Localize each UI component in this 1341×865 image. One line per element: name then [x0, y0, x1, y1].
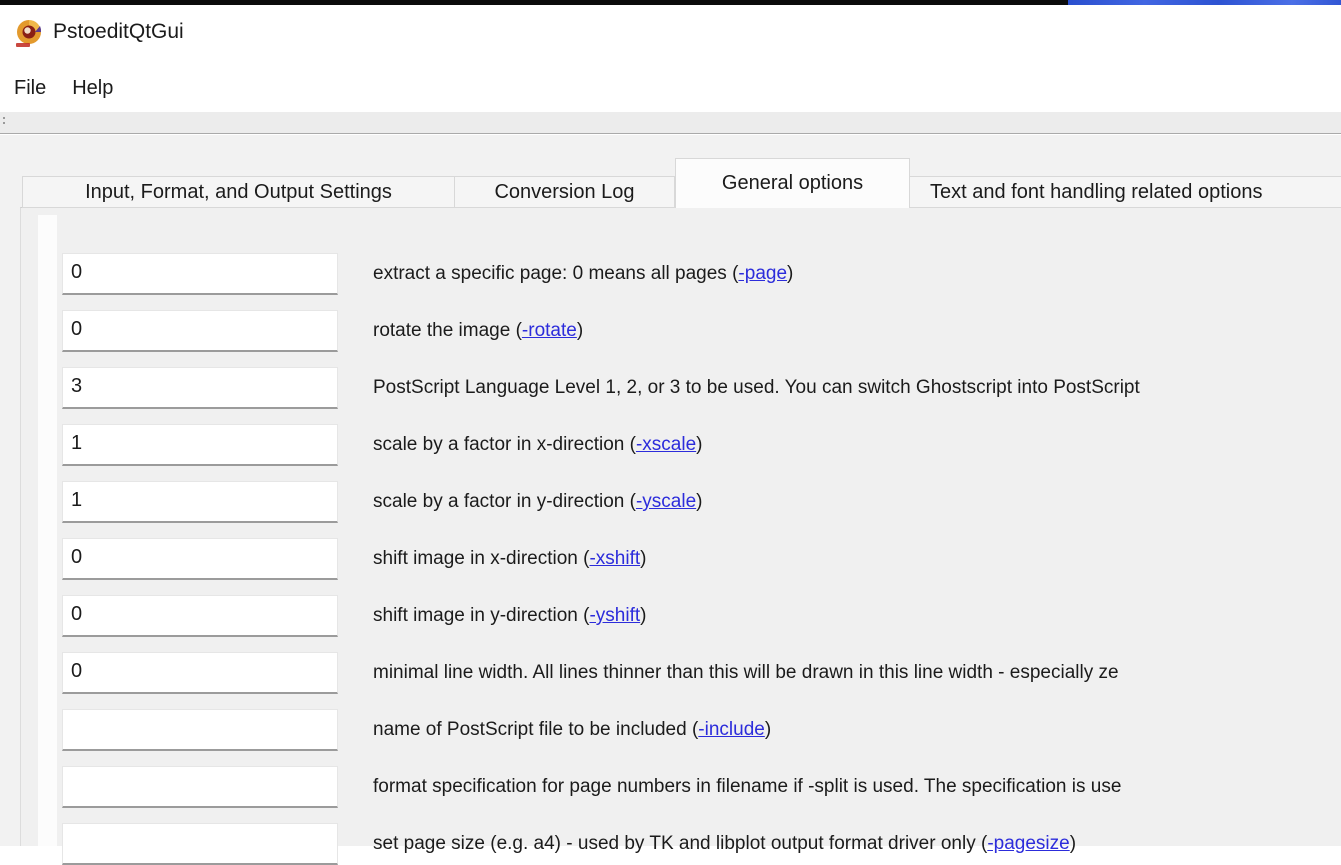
- tab-text-and-font-handling-related-options[interactable]: Text and font handling related options: [910, 176, 1341, 208]
- form-row: rotate the image (-rotate): [21, 310, 1341, 352]
- option-value-input[interactable]: [62, 652, 338, 694]
- option-label: set page size (e.g. a4) - used by TK and…: [373, 823, 1076, 865]
- option-doc-link[interactable]: -yscale: [636, 491, 696, 512]
- option-value-input[interactable]: [62, 538, 338, 580]
- option-label-suffix: ): [787, 263, 793, 284]
- option-doc-link[interactable]: -pagesize: [987, 833, 1069, 854]
- option-doc-link[interactable]: -rotate: [522, 320, 577, 341]
- tab-general-options[interactable]: General options: [675, 158, 910, 208]
- option-value-input[interactable]: [62, 823, 338, 865]
- option-label-suffix: ): [696, 491, 702, 512]
- menu-bar: FileHelp: [0, 65, 1341, 112]
- option-label-suffix: ): [640, 548, 646, 569]
- option-value-input[interactable]: [62, 424, 338, 466]
- option-label-suffix: ): [765, 719, 771, 740]
- option-label-suffix: ): [696, 434, 702, 455]
- option-doc-link[interactable]: -xscale: [636, 434, 696, 455]
- option-label: shift image in x-direction (-xshift): [373, 538, 646, 580]
- title-bar: PstoeditQtGui: [0, 5, 1341, 65]
- option-label-text: name of PostScript file to be included (: [373, 719, 698, 740]
- form-row: scale by a factor in y-direction (-yscal…: [21, 481, 1341, 523]
- option-label-text: set page size (e.g. a4) - used by TK and…: [373, 833, 987, 854]
- option-value-input[interactable]: [62, 367, 338, 409]
- form-row: scale by a factor in x-direction (-xscal…: [21, 424, 1341, 466]
- option-label-text: format specification for page numbers in…: [373, 776, 1121, 797]
- option-doc-link[interactable]: -include: [698, 719, 765, 740]
- option-label-suffix: ): [640, 605, 646, 626]
- option-label-text: extract a specific page: 0 means all pag…: [373, 263, 738, 284]
- option-doc-link[interactable]: -page: [738, 263, 787, 284]
- toolbar-drag-handle-icon[interactable]: [3, 117, 7, 129]
- option-value-input[interactable]: [62, 595, 338, 637]
- toolbar: [0, 112, 1341, 134]
- option-label: minimal line width. All lines thinner th…: [373, 652, 1119, 694]
- option-doc-link[interactable]: -yshift: [589, 605, 640, 626]
- option-label: format specification for page numbers in…: [373, 766, 1121, 808]
- form-row: format specification for page numbers in…: [21, 766, 1341, 808]
- option-label-text: scale by a factor in x-direction (: [373, 434, 636, 455]
- option-value-input[interactable]: [62, 709, 338, 751]
- form-row: name of PostScript file to be included (…: [21, 709, 1341, 751]
- option-label-suffix: ): [1070, 833, 1076, 854]
- option-label-text: minimal line width. All lines thinner th…: [373, 662, 1119, 683]
- tab-conversion-log[interactable]: Conversion Log: [455, 176, 675, 208]
- option-label: name of PostScript file to be included (…: [373, 709, 771, 751]
- option-label: rotate the image (-rotate): [373, 310, 583, 352]
- option-label: extract a specific page: 0 means all pag…: [373, 253, 793, 295]
- form-row: shift image in x-direction (-xshift): [21, 538, 1341, 580]
- form-row: minimal line width. All lines thinner th…: [21, 652, 1341, 694]
- tab-input-format-and-output-settings[interactable]: Input, Format, and Output Settings: [22, 176, 455, 208]
- option-value-input[interactable]: [62, 766, 338, 808]
- option-label: scale by a factor in x-direction (-xscal…: [373, 424, 702, 466]
- option-value-input[interactable]: [62, 310, 338, 352]
- option-value-input[interactable]: [62, 253, 338, 295]
- option-label-text: shift image in y-direction (: [373, 605, 589, 626]
- window-title: PstoeditQtGui: [53, 20, 184, 44]
- option-label-text: rotate the image (: [373, 320, 522, 341]
- form-row: set page size (e.g. a4) - used by TK and…: [21, 823, 1341, 865]
- option-label-text: scale by a factor in y-direction (: [373, 491, 636, 512]
- option-label-text: PostScript Language Level 1, 2, or 3 to …: [373, 377, 1140, 398]
- menu-item-file[interactable]: File: [1, 73, 59, 104]
- option-value-input[interactable]: [62, 481, 338, 523]
- option-label: scale by a factor in y-direction (-yscal…: [373, 481, 702, 523]
- option-label-text: shift image in x-direction (: [373, 548, 589, 569]
- form-row: shift image in y-direction (-yshift): [21, 595, 1341, 637]
- pstoedit-app-icon[interactable]: [13, 18, 45, 50]
- tab-bar: Input, Format, and Output SettingsConver…: [22, 158, 1341, 208]
- general-options-pane: extract a specific page: 0 means all pag…: [20, 207, 1341, 846]
- option-label-suffix: ): [577, 320, 583, 341]
- form-row: extract a specific page: 0 means all pag…: [21, 253, 1341, 295]
- option-label: shift image in y-direction (-yshift): [373, 595, 646, 637]
- option-label: PostScript Language Level 1, 2, or 3 to …: [373, 367, 1140, 409]
- menu-item-help[interactable]: Help: [59, 73, 126, 104]
- option-doc-link[interactable]: -xshift: [589, 548, 640, 569]
- form-row: PostScript Language Level 1, 2, or 3 to …: [21, 367, 1341, 409]
